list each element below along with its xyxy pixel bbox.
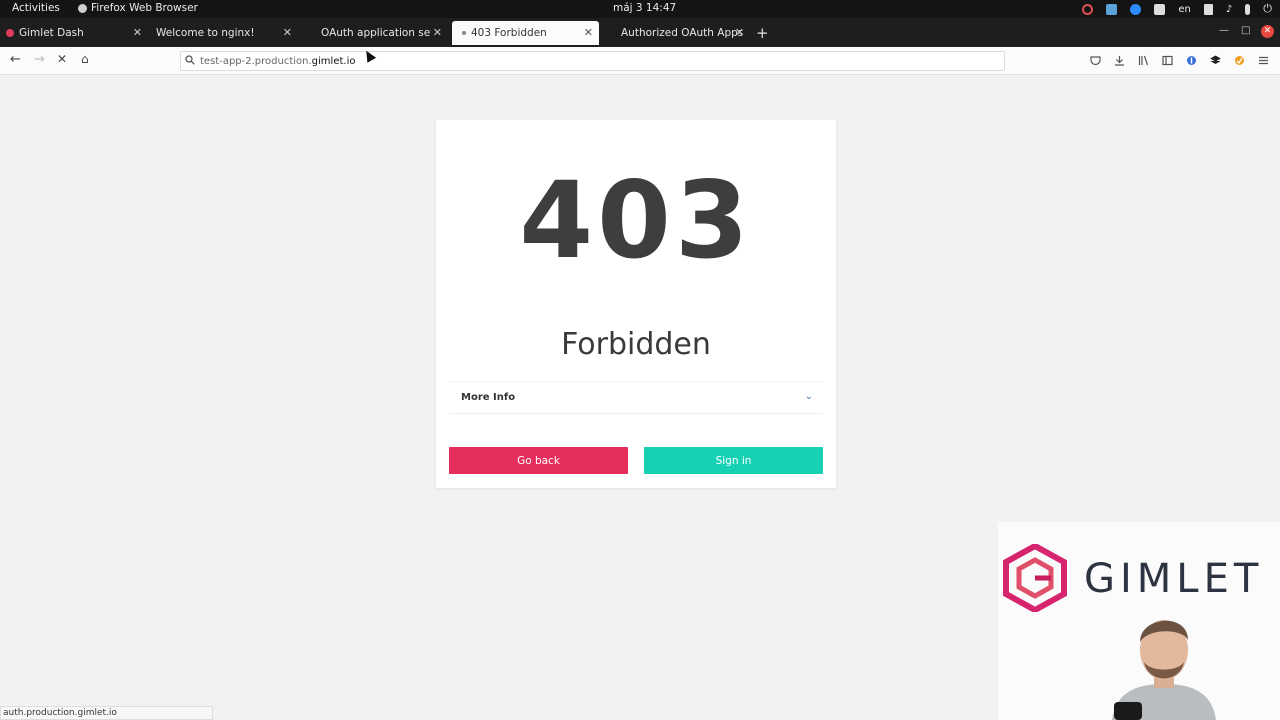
restore-icon[interactable]: □ (1241, 25, 1250, 36)
error-card: 403 Forbidden More Info ⌄ Go back Sign i… (436, 120, 836, 488)
loading-icon (462, 31, 466, 35)
close-icon[interactable]: ✕ (584, 26, 593, 39)
back-arrow-icon[interactable]: ← (10, 52, 21, 67)
app-menu[interactable]: Firefox Web Browser (78, 2, 198, 14)
tab-welcome-nginx[interactable]: Welcome to nginx! ✕ (150, 21, 298, 45)
activities-button[interactable]: Activities (12, 2, 60, 14)
password-manager-icon[interactable] (1186, 55, 1197, 66)
new-tab-button[interactable]: + (756, 24, 769, 42)
minimize-icon[interactable]: — (1219, 25, 1229, 36)
home-icon[interactable]: ⌂ (81, 52, 89, 66)
extension-icon[interactable] (1234, 55, 1245, 66)
system-top-bar: Activities Firefox Web Browser máj 3 14:… (0, 0, 1280, 18)
search-icon (185, 55, 195, 65)
layers-extension-icon[interactable] (1210, 55, 1221, 66)
status-bar: auth.production.gimlet.io (0, 706, 213, 720)
close-icon[interactable]: ✕ (433, 26, 442, 39)
microphone-icon[interactable] (1245, 3, 1251, 15)
pocket-icon[interactable] (1090, 55, 1101, 66)
app-name: Firefox Web Browser (91, 2, 198, 14)
close-icon[interactable]: ✕ (133, 26, 142, 39)
tab-label: Authorized OAuth Apps (621, 27, 744, 39)
tab-strip: Gimlet Dash ✕ Welcome to nginx! ✕ OAuth … (0, 18, 1280, 47)
close-icon[interactable]: ✕ (735, 26, 744, 39)
error-title: Forbidden (561, 327, 711, 362)
more-info-toggle[interactable]: More Info ⌄ (449, 381, 823, 414)
gimlet-logo-icon (1003, 544, 1067, 612)
url-bar[interactable]: test-app-2.production.gimlet.io (180, 51, 1005, 71)
go-back-button[interactable]: Go back (449, 447, 628, 474)
gimlet-wordmark: GIMLET (1084, 556, 1264, 602)
power-icon[interactable]: ⏻ (1263, 2, 1272, 16)
webcam-overlay: GIMLET (998, 522, 1280, 720)
sign-in-button[interactable]: Sign in (644, 447, 823, 474)
firefox-icon (78, 3, 87, 13)
more-info-label: More Info (461, 392, 516, 403)
navigation-toolbar: ← → ✕ ⌂ test-app-2.production.gimlet.io (0, 47, 1280, 75)
chrome-indicator-icon[interactable] (1082, 3, 1094, 15)
forward-arrow-icon[interactable]: → (34, 52, 45, 67)
discord-indicator-icon[interactable] (1154, 3, 1166, 15)
sidebar-icon[interactable] (1162, 55, 1173, 66)
tab-label: Welcome to nginx! (156, 27, 255, 39)
system-tray: en ♪ ⏻ (1082, 2, 1272, 16)
window-close-icon[interactable]: ✕ (1261, 25, 1274, 38)
gimlet-favicon-icon (6, 29, 14, 37)
presenter-video (1112, 620, 1216, 720)
tab-gimlet-dash[interactable]: Gimlet Dash ✕ (6, 21, 148, 45)
url-domain: gimlet.io (311, 56, 356, 67)
clock[interactable]: máj 3 14:47 (613, 2, 676, 14)
tab-label: 403 Forbidden (471, 27, 547, 39)
downloads-icon[interactable] (1114, 55, 1125, 66)
tab-oauth-settings[interactable]: OAuth application settin ✕ (300, 21, 448, 45)
network-icon[interactable] (1203, 3, 1213, 15)
volume-icon[interactable]: ♪ (1226, 4, 1232, 15)
tab-403-forbidden[interactable]: 403 Forbidden ✕ (452, 21, 599, 45)
hamburger-menu-icon[interactable] (1258, 55, 1269, 66)
language-indicator[interactable]: en (1178, 4, 1191, 15)
tab-label: OAuth application settin (321, 27, 431, 39)
tab-authorized-oauth-apps[interactable]: Authorized OAuth Apps ✕ (602, 21, 750, 45)
url-prefix: test-app-2.production. (200, 56, 312, 67)
error-code: 403 (519, 159, 753, 282)
tab-label: Gimlet Dash (19, 27, 84, 39)
close-icon[interactable]: ✕ (283, 26, 292, 39)
zoom-indicator-icon[interactable] (1130, 3, 1142, 15)
stop-loading-icon[interactable]: ✕ (57, 52, 67, 66)
chevron-down-icon: ⌄ (804, 391, 813, 402)
slack-indicator-icon[interactable] (1106, 3, 1118, 15)
library-icon[interactable] (1138, 55, 1149, 66)
url-text: test-app-2.production.gimlet.io (200, 56, 355, 67)
